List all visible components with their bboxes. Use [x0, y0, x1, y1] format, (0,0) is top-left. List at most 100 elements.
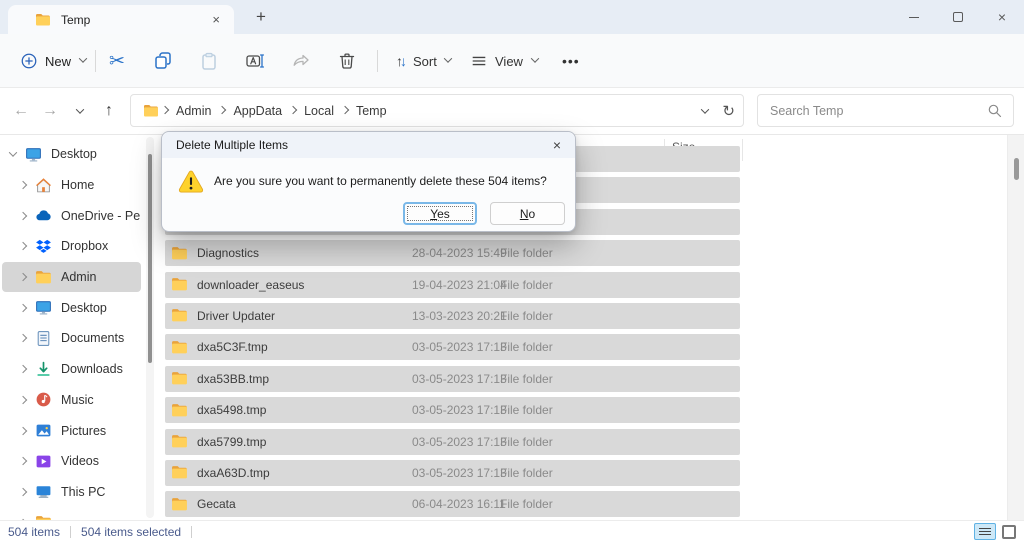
folder-icon [171, 496, 188, 513]
home-icon [35, 177, 52, 194]
sidebar-item-documents[interactable]: Documents [2, 323, 141, 354]
new-button-label: New [45, 54, 71, 69]
details-view-toggle[interactable] [974, 523, 996, 540]
tab-title: Temp [61, 13, 208, 27]
vertical-scrollbar-thumb[interactable] [1014, 158, 1019, 180]
explorer-tab[interactable]: Temp × [8, 5, 234, 34]
refresh-icon[interactable]: ↻ [722, 102, 735, 120]
up-button[interactable]: ↑ [98, 100, 120, 122]
chevron-collapsed-icon[interactable] [19, 181, 27, 189]
recent-locations-button[interactable] [69, 100, 91, 122]
search-input[interactable] [770, 104, 987, 118]
chevron-collapsed-icon[interactable] [19, 426, 27, 434]
vertical-scrollbar[interactable] [1007, 135, 1024, 520]
search-icon [987, 103, 1003, 119]
command-toolbar: New ✂ ↑↓ Sort View [0, 34, 1024, 88]
breadcrumb-separator-icon [289, 105, 297, 113]
chevron-expanded-icon[interactable] [9, 149, 17, 157]
chevron-collapsed-icon[interactable] [19, 273, 27, 281]
breadcrumb-temp[interactable]: Temp [351, 101, 392, 121]
chevron-collapsed-icon[interactable] [19, 457, 27, 465]
sidebar-item-desktop-root[interactable]: Desktop [2, 139, 141, 170]
rename-button[interactable] [237, 46, 273, 76]
yes-button[interactable]: Yes [403, 202, 477, 225]
address-dropdown-chevron-icon[interactable] [701, 105, 709, 113]
share-icon [291, 51, 311, 71]
chevron-collapsed-icon[interactable] [19, 211, 27, 219]
column-divider[interactable] [742, 139, 743, 161]
status-bar: 504 items 504 items selected [0, 520, 1024, 542]
file-row-driver-updater[interactable]: Driver Updater 13-03-2023 20:21 File fol… [165, 303, 740, 329]
sidebar-scrollbar-thumb[interactable] [148, 154, 152, 363]
chevron-collapsed-icon[interactable] [19, 304, 27, 312]
more-options-button[interactable]: ••• [552, 46, 590, 76]
minimize-button[interactable] [892, 0, 936, 34]
maximize-icon [953, 12, 963, 22]
sort-button[interactable]: ↑↓ Sort [388, 46, 459, 76]
search-box[interactable] [757, 94, 1014, 127]
chevron-down-icon [79, 54, 87, 62]
no-button[interactable]: No [490, 202, 565, 225]
file-row-downloader-easeus[interactable]: downloader_easeus 19-04-2023 21:04 File … [165, 272, 740, 298]
folder-icon [171, 464, 188, 481]
close-window-button[interactable]: × [980, 0, 1024, 34]
sidebar-scrollbar[interactable] [146, 137, 154, 518]
delete-button[interactable] [329, 46, 365, 76]
breadcrumb-appdata[interactable]: AppData [228, 101, 287, 121]
new-tab-button[interactable]: + [248, 4, 274, 30]
file-row-dxaa63d[interactable]: dxaA63D.tmp 03-05-2023 17:13 File folder [165, 460, 740, 486]
sidebar-item-pictures[interactable]: Pictures [2, 415, 141, 446]
new-button[interactable]: New [12, 46, 94, 76]
onedrive-cloud-icon [35, 207, 52, 224]
sidebar-item-admin[interactable]: Admin [2, 262, 141, 293]
folder-icon [171, 276, 188, 293]
file-row-gecata[interactable]: Gecata 06-04-2023 16:11 File folder [165, 491, 740, 517]
sort-button-label: Sort [413, 54, 437, 69]
chevron-collapsed-icon[interactable] [19, 242, 27, 250]
view-button-label: View [495, 54, 523, 69]
titlebar: Temp × + × [0, 0, 1024, 34]
chevron-collapsed-icon[interactable] [19, 488, 27, 496]
folder-icon [171, 307, 188, 324]
breadcrumb-admin[interactable]: Admin [171, 101, 216, 121]
navigation-pane: Desktop Home OneDrive - Per Dropbox [0, 135, 145, 520]
sidebar-item-downloads[interactable]: Downloads [2, 354, 141, 385]
cut-button[interactable]: ✂ [99, 46, 135, 76]
sidebar-item-home[interactable]: Home [2, 170, 141, 201]
copy-button[interactable] [145, 46, 181, 76]
file-row-diagnostics[interactable]: Diagnostics 28-04-2023 15:49 File folder [165, 240, 740, 266]
folder-icon [171, 370, 188, 387]
share-button[interactable] [283, 46, 319, 76]
close-icon: × [998, 9, 1006, 25]
sidebar-item-this-pc[interactable]: This PC [2, 477, 141, 508]
sidebar-item-videos[interactable]: Videos [2, 446, 141, 477]
breadcrumb-local[interactable]: Local [299, 101, 339, 121]
file-row-dxa5c3f[interactable]: dxa5C3F.tmp 03-05-2023 17:13 File folder [165, 334, 740, 360]
file-row-dxa5498[interactable]: dxa5498.tmp 03-05-2023 17:13 File folder [165, 397, 740, 423]
sidebar-item-desktop[interactable]: Desktop [2, 292, 141, 323]
chevron-collapsed-icon[interactable] [19, 396, 27, 404]
dialog-message: Are you sure you want to permanently del… [214, 174, 547, 188]
folder-icon [171, 245, 188, 262]
chevron-collapsed-icon[interactable] [19, 334, 27, 342]
view-button[interactable]: View [462, 46, 546, 76]
file-row-dxa53bb[interactable]: dxa53BB.tmp 03-05-2023 17:13 File folder [165, 366, 740, 392]
sidebar-item-clipped[interactable] [2, 507, 141, 520]
tab-close-icon[interactable]: × [208, 12, 224, 27]
forward-button[interactable]: → [39, 100, 61, 122]
sidebar-item-music[interactable]: Music [2, 385, 141, 416]
chevron-collapsed-icon[interactable] [19, 365, 27, 373]
address-bar[interactable]: Admin AppData Local Temp ↻ [130, 94, 744, 127]
status-divider [70, 526, 71, 538]
chevron-down-icon [444, 54, 452, 62]
sidebar-item-onedrive[interactable]: OneDrive - Per [2, 200, 141, 231]
dialog-close-icon[interactable]: × [551, 137, 563, 153]
items-count: 504 items [8, 525, 60, 539]
sidebar-item-dropbox[interactable]: Dropbox [2, 231, 141, 262]
file-row-dxa5799[interactable]: dxa5799.tmp 03-05-2023 17:13 File folder [165, 429, 740, 455]
large-icons-view-toggle[interactable] [1002, 525, 1016, 539]
back-button[interactable]: ← [10, 100, 32, 122]
paste-button[interactable] [191, 46, 227, 76]
maximize-button[interactable] [936, 0, 980, 34]
view-lines-icon [470, 52, 488, 70]
